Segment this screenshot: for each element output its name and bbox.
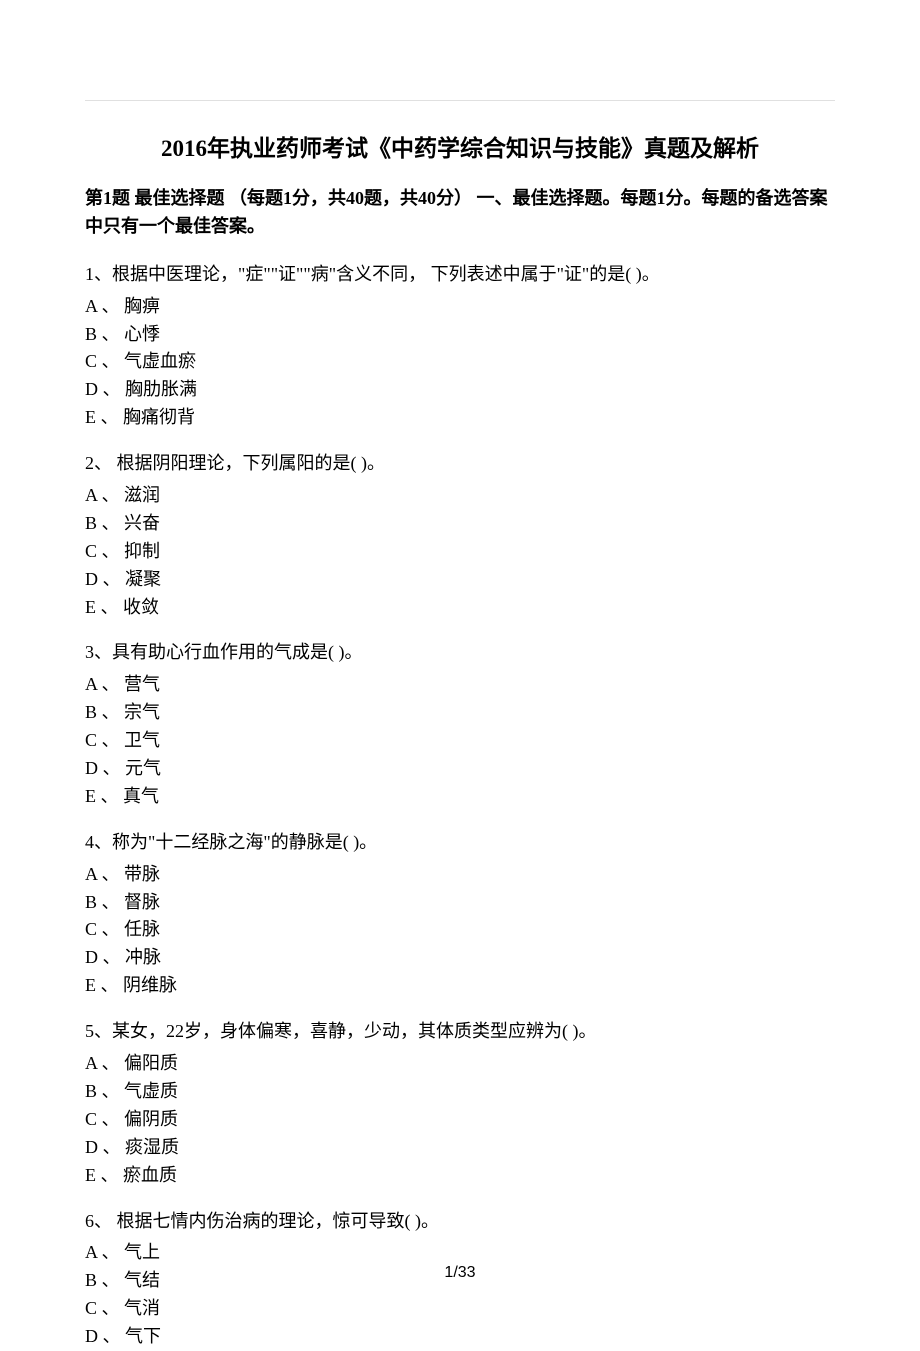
option-a: A 、 胸痹 (85, 293, 835, 321)
question-stem: 1、根据中医理论，"症""证""病"含义不同， 下列表述中属于"证"的是( )。 (85, 261, 835, 289)
question-stem: 5、某女，22岁，身体偏寒，喜静，少动，其体质类型应辨为( )。 (85, 1018, 835, 1046)
question-stem: 3、具有助心行血作用的气成是( )。 (85, 639, 835, 667)
question-stem: 2、 根据阴阳理论，下列属阳的是( )。 (85, 450, 835, 478)
option-b: B 、 宗气 (85, 699, 835, 727)
question-stem: 6、 根据七情内伤治病的理论，惊可导致( )。 (85, 1208, 835, 1236)
option-a: A 、 营气 (85, 671, 835, 699)
option-b: B 、 兴奋 (85, 510, 835, 538)
option-c: C 、 偏阴质 (85, 1106, 835, 1134)
question-5: 5、某女，22岁，身体偏寒，喜静，少动，其体质类型应辨为( )。 A 、 偏阳质… (85, 1018, 835, 1189)
option-c: C 、 气虚血瘀 (85, 348, 835, 376)
option-c: C 、 气消 (85, 1295, 835, 1323)
option-b: B 、 心悸 (85, 321, 835, 349)
question-2: 2、 根据阴阳理论，下列属阳的是( )。 A 、 滋润 B 、 兴奋 C 、 抑… (85, 450, 835, 621)
option-d: D 、 气下 (85, 1323, 835, 1351)
option-c: C 、 卫气 (85, 727, 835, 755)
option-a: A 、 滋润 (85, 482, 835, 510)
option-e: E 、 阴维脉 (85, 972, 835, 1000)
question-1: 1、根据中医理论，"症""证""病"含义不同， 下列表述中属于"证"的是( )。… (85, 261, 835, 432)
option-e: E 、 真气 (85, 783, 835, 811)
option-d: D 、 元气 (85, 755, 835, 783)
option-b: B 、 督脉 (85, 889, 835, 917)
document-title: 2016年执业药师考试《中药学综合知识与技能》真题及解析 (85, 129, 835, 163)
option-c: C 、 抑制 (85, 538, 835, 566)
option-a: A 、 偏阳质 (85, 1050, 835, 1078)
option-c: C 、 任脉 (85, 916, 835, 944)
option-d: D 、 冲脉 (85, 944, 835, 972)
option-d: D 、 凝聚 (85, 566, 835, 594)
option-e: E 、 瘀血质 (85, 1162, 835, 1190)
question-4: 4、称为"十二经脉之海"的静脉是( )。 A 、 带脉 B 、 督脉 C 、 任… (85, 829, 835, 1000)
option-e: E 、 收敛 (85, 594, 835, 622)
option-e: E 、 胸痛彻背 (85, 404, 835, 432)
question-stem: 4、称为"十二经脉之海"的静脉是( )。 (85, 829, 835, 857)
question-3: 3、具有助心行血作用的气成是( )。 A 、 营气 B 、 宗气 C 、 卫气 … (85, 639, 835, 810)
option-d: D 、 胸肋胀满 (85, 376, 835, 404)
option-d: D 、 痰湿质 (85, 1134, 835, 1162)
section-header: 第1题 最佳选择题 （每题1分，共40题，共40分） 一、最佳选择题。每题1分。… (85, 185, 835, 241)
top-divider (85, 100, 835, 101)
page-content: 2016年执业药师考试《中药学综合知识与技能》真题及解析 第1题 最佳选择题 （… (0, 0, 920, 1351)
option-a: A 、 带脉 (85, 861, 835, 889)
page-number: 1/33 (0, 1264, 920, 1282)
option-b: B 、 气虚质 (85, 1078, 835, 1106)
